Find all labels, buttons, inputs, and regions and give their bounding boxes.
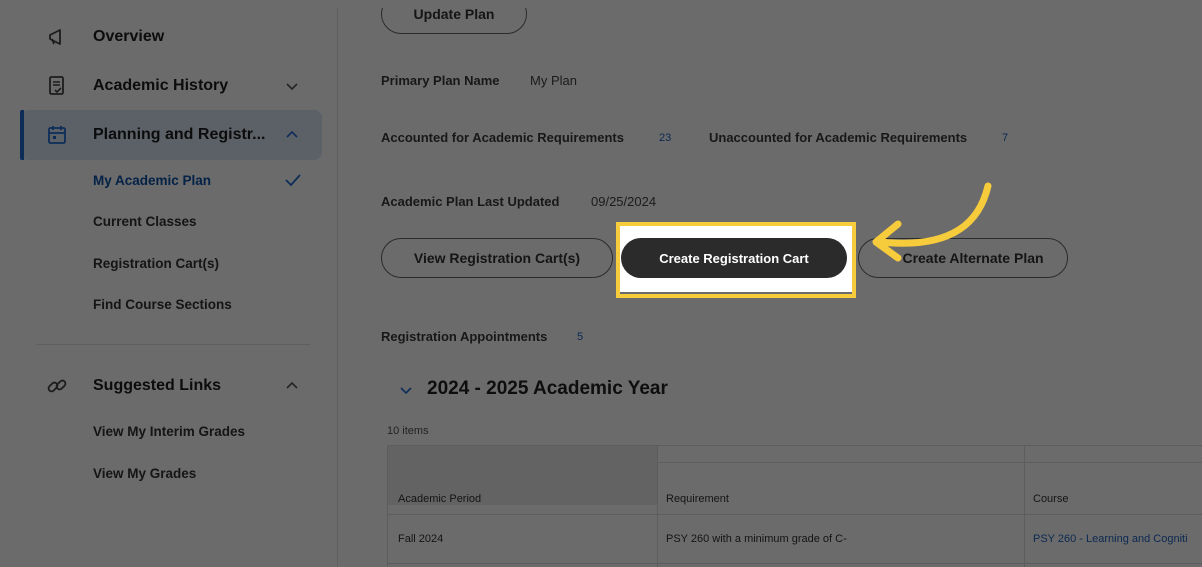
cell-requirement: PSY 260 with a minimum grade of C- — [666, 533, 847, 545]
items-count: 10 items — [387, 425, 429, 437]
pointer-arrow-icon — [872, 182, 992, 262]
sidebar-divider — [36, 344, 310, 345]
cell-academic-period: Fall 2024 — [398, 533, 444, 545]
column-header-course[interactable]: Course — [1033, 493, 1068, 505]
primary-plan-label: Primary Plan Name — [381, 73, 500, 88]
sidebar-item-label: Academic History — [93, 77, 229, 94]
sidebar-subitem-view-grades[interactable]: View My Grades — [93, 466, 196, 481]
registration-appointments-label: Registration Appointments — [381, 329, 548, 344]
chevron-down-icon[interactable] — [285, 80, 299, 92]
plan-last-updated-label: Academic Plan Last Updated — [381, 194, 560, 209]
checkmark-icon — [285, 174, 301, 187]
sidebar-subitem-find-course-sections[interactable]: Find Course Sections — [93, 297, 232, 312]
primary-plan-value: My Plan — [530, 73, 577, 88]
document-check-icon — [49, 76, 64, 95]
accounted-requirements-count[interactable]: 23 — [659, 132, 671, 144]
section-title: 2024 - 2025 Academic Year — [427, 378, 668, 399]
chevron-up-icon[interactable] — [285, 129, 299, 141]
sidebar-item-overview[interactable]: Overview — [20, 12, 322, 62]
sidebar-subitem-current-classes[interactable]: Current Classes — [93, 214, 197, 229]
sidebar-item-label: Overview — [93, 28, 165, 45]
sidebar-item-label: Suggested Links — [93, 377, 222, 394]
sidebar-item-suggested-links[interactable]: Suggested Links — [20, 361, 322, 411]
link-icon — [47, 379, 67, 393]
app-frame: Overview Academic History Planning and R… — [6, 8, 1202, 567]
unaccounted-requirements-label: Unaccounted for Academic Requirements — [709, 130, 968, 145]
registration-appointments-count[interactable]: 5 — [577, 331, 583, 343]
update-plan-button[interactable]: Update Plan — [381, 8, 527, 34]
chevron-down-icon[interactable] — [399, 384, 413, 396]
plan-last-updated-value: 09/25/2024 — [591, 194, 657, 209]
sidebar-item-academic-history[interactable]: Academic History — [20, 61, 322, 111]
column-header-academic-period[interactable]: Academic Period — [398, 493, 481, 505]
megaphone-icon — [49, 29, 61, 45]
create-registration-cart-button[interactable]: Create Registration Cart — [621, 238, 847, 278]
calendar-icon — [48, 126, 66, 144]
sidebar: Overview Academic History Planning and R… — [6, 8, 338, 567]
sidebar-item-label: Planning and Registr... — [93, 126, 266, 143]
sidebar-subitem-my-academic-plan[interactable]: My Academic Plan — [93, 173, 211, 188]
academic-plan-table: Academic Period Requirement Course Fall … — [387, 445, 1202, 567]
cell-course-link[interactable]: PSY 260 - Learning and Cogniti — [1033, 533, 1188, 545]
accounted-requirements-label: Accounted for Academic Requirements — [381, 130, 624, 145]
sidebar-subitem-registration-carts[interactable]: Registration Cart(s) — [93, 256, 219, 271]
sidebar-item-planning[interactable]: Planning and Registr... — [20, 110, 322, 160]
sidebar-subitem-view-interim-grades[interactable]: View My Interim Grades — [93, 424, 245, 439]
view-registration-carts-button[interactable]: View Registration Cart(s) — [381, 238, 613, 278]
column-header-requirement[interactable]: Requirement — [666, 493, 729, 505]
unaccounted-requirements-count[interactable]: 7 — [1002, 132, 1008, 144]
chevron-up-icon[interactable] — [285, 380, 299, 392]
